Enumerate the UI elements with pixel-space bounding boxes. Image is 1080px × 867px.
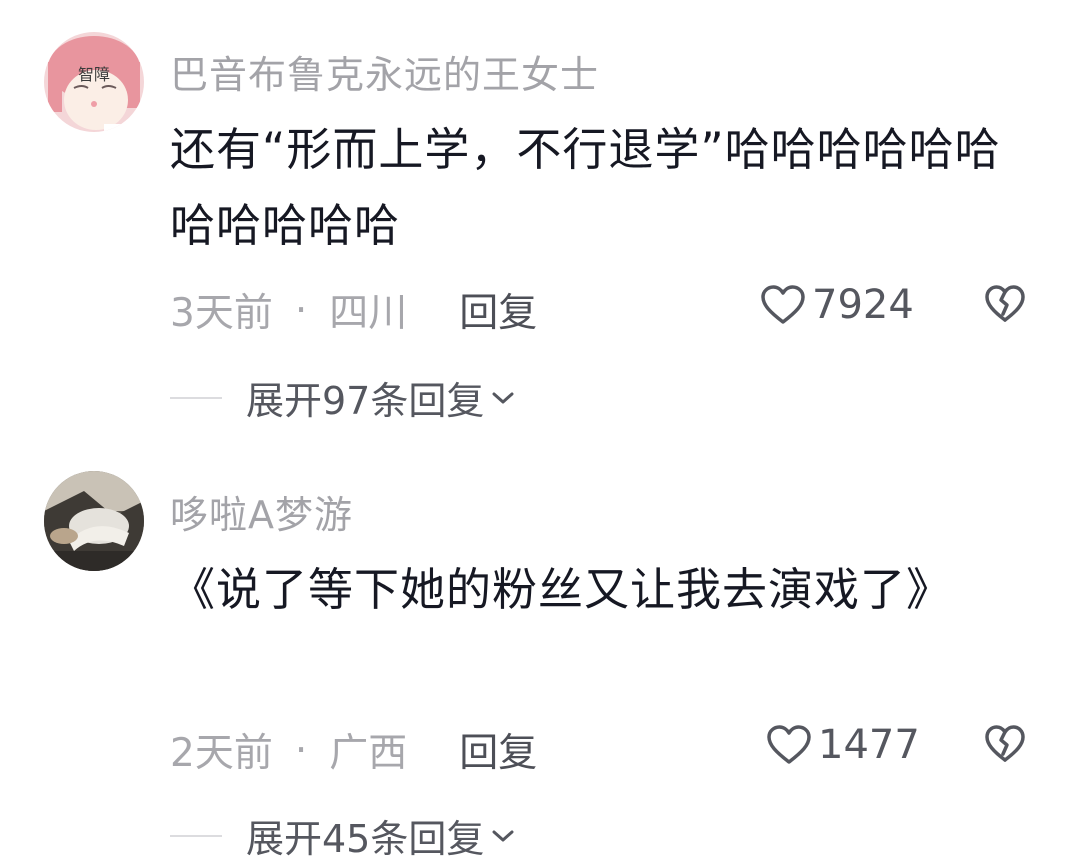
like-count: 1477 [818,722,920,768]
expand-replies-button[interactable]: 展开97条回复 [170,370,516,425]
username[interactable]: 哆啦A梦游 [170,484,353,539]
dislike-button[interactable] [984,284,1026,328]
avatar[interactable] [44,471,144,571]
meta-separator: · [294,287,308,333]
comment-meta: 2天前 · 广西 回复 [170,722,537,778]
heart-icon [761,285,805,324]
expand-replies-label: 展开97条回复 [246,379,485,423]
expand-replies-label: 展开45条回复 [246,817,485,861]
expand-replies-button[interactable]: 展开45条回复 [170,808,516,863]
avatar[interactable]: 智障 [44,32,144,132]
divider [170,396,222,399]
avatar-image [44,471,144,571]
comment-meta: 3天前 · 四川 回复 [170,282,537,338]
heart-icon [767,725,811,764]
meta-separator: · [294,727,308,773]
like-count: 7924 [812,282,914,328]
broken-heart-icon [985,725,1025,762]
dislike-button[interactable] [984,724,1026,768]
divider [170,834,222,837]
broken-heart-icon [985,285,1025,322]
comment-time: 2天前 [170,731,273,776]
reply-button[interactable]: 回复 [459,722,537,778]
comment-time: 3天前 [170,291,273,336]
chevron-down-icon [492,830,514,841]
username[interactable]: 巴音布鲁克永远的王女士 [170,44,599,99]
comment-location: 广西 [329,731,408,776]
comment-text: 还有“形而上学，不行退学”哈哈哈哈哈哈哈哈哈哈哈 [170,123,1001,252]
avatar-text: 智障 [78,65,110,84]
like-button[interactable]: 1477 [766,722,920,768]
comment-text: 《说了等下她的粉丝又让我去演戏了》 [170,563,953,616]
avatar-image: 智障 [44,32,144,132]
comment-location: 四川 [329,291,408,336]
chevron-down-icon [492,392,514,403]
like-button[interactable]: 7924 [760,282,914,328]
reply-button[interactable]: 回复 [459,282,537,338]
